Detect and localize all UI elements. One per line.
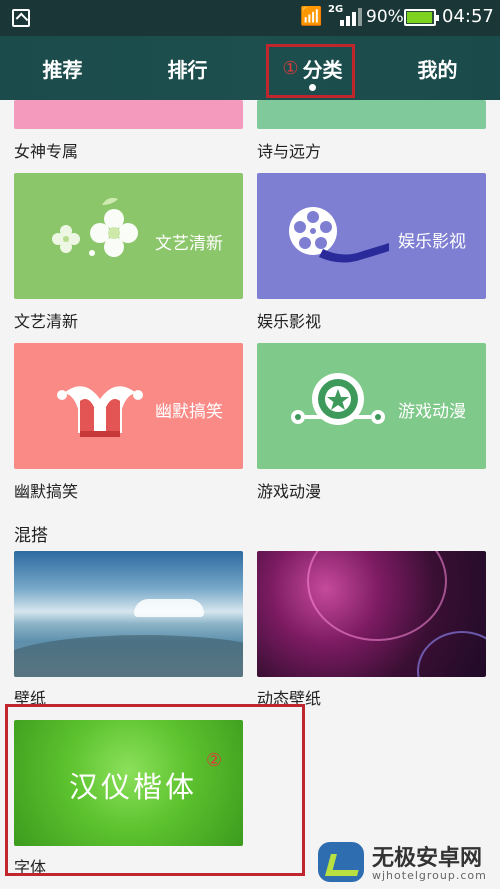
picture-icon: [12, 9, 30, 27]
category-card-games[interactable]: 游戏动漫: [257, 343, 486, 469]
category-card-poetry[interactable]: [257, 100, 486, 129]
tile-title: 游戏动漫: [398, 402, 466, 422]
land-shape: [14, 635, 243, 677]
battery-percent: 90%: [366, 7, 404, 27]
tile-title: 娱乐影视: [398, 232, 466, 252]
watermark-logo-icon: [318, 842, 364, 882]
flower-icon: [52, 197, 138, 257]
bubble-shape: [307, 551, 447, 641]
film-reel-icon: [289, 207, 389, 263]
wifi-icon: 📶: [300, 6, 323, 27]
category-card-entertainment[interactable]: 娱乐影视: [257, 173, 486, 299]
category-card-humor[interactable]: 幽默搞笑: [14, 343, 243, 469]
clock: 04:57: [442, 6, 494, 27]
status-bar: 📶 2G 90% 04:57: [0, 0, 500, 36]
section-title-mix: 混搭: [14, 526, 48, 546]
bubble-shape: [417, 631, 486, 677]
tab-bar: 推荐 排行 ① 分类 我的: [0, 36, 500, 100]
live-wallpaper-card[interactable]: [257, 551, 486, 677]
signal-icon: [340, 8, 362, 26]
tab-ranking[interactable]: 排行: [125, 36, 250, 100]
category-label: 娱乐影视: [257, 312, 322, 331]
tab-label: 推荐: [42, 57, 83, 82]
watermark-url: wjhotelgroup.com: [372, 869, 487, 882]
jester-hat-icon: [57, 386, 143, 437]
tile-title: 文艺清新: [155, 234, 223, 254]
watermark: 无极安卓网 wjhotelgroup.com: [318, 836, 498, 888]
category-label: 诗与远方: [257, 142, 322, 161]
battery-icon: [404, 9, 439, 26]
tab-recommend[interactable]: 推荐: [0, 36, 125, 100]
highlight-box-category-tab: [266, 44, 355, 98]
category-card-literary[interactable]: 文艺清新: [14, 173, 243, 299]
wallpaper-card[interactable]: [14, 551, 243, 677]
category-card-goddess[interactable]: [14, 100, 243, 129]
tab-mine[interactable]: 我的: [375, 36, 500, 100]
tab-label: 排行: [167, 57, 208, 82]
watermark-title: 无极安卓网: [372, 846, 483, 871]
app-screen: 📶 2G 90% 04:57 推荐 排行 ① 分类 我的 女神专属 诗与远方 文…: [0, 0, 500, 889]
highlight-box-font: [5, 704, 305, 876]
tab-label: 我的: [417, 57, 458, 82]
category-label: 文艺清新: [14, 312, 79, 331]
category-label: 女神专属: [14, 142, 79, 161]
tile-title: 幽默搞笑: [155, 402, 223, 422]
category-label: 幽默搞笑: [14, 482, 79, 501]
category-label: 游戏动漫: [257, 482, 322, 501]
island-shape: [134, 599, 204, 617]
star-shield-icon: [291, 373, 385, 425]
